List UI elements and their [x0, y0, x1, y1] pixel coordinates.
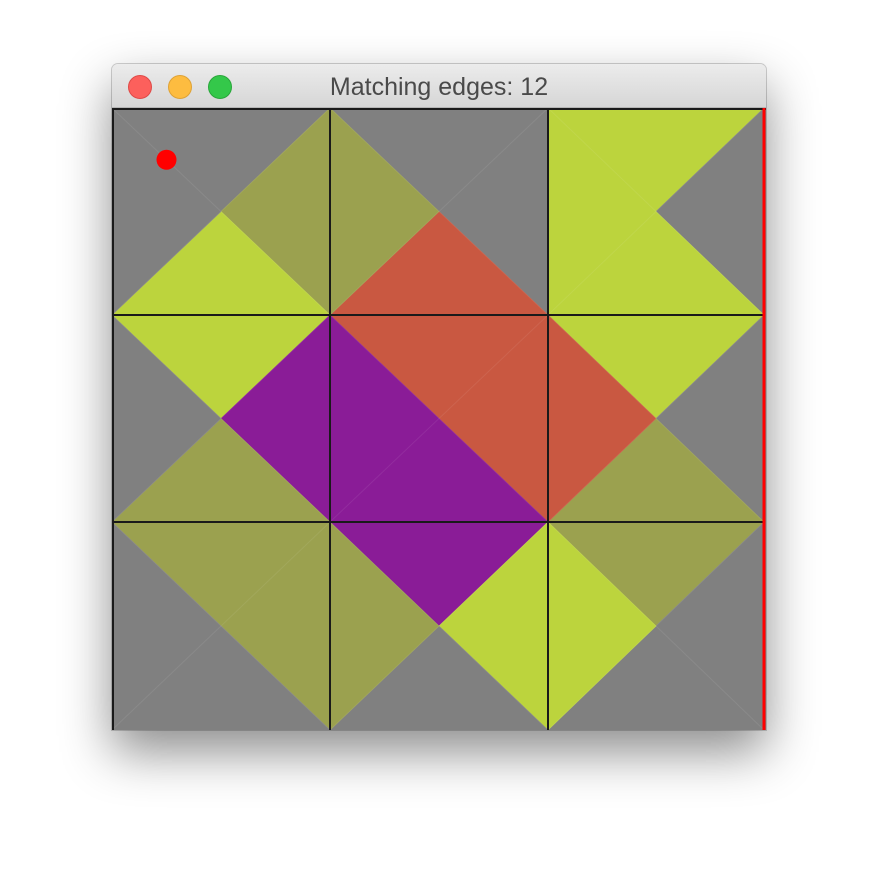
tile-r0-c2[interactable] — [547, 108, 765, 316]
tile-r2-c2[interactable] — [547, 521, 765, 730]
window-title: Matching edges: 12 — [329, 73, 549, 101]
tile-grid[interactable] — [112, 108, 766, 730]
puzzle-window: Matching edges: 12 — [112, 64, 766, 730]
tile-r1-c1[interactable] — [329, 314, 549, 523]
tile-r0-c0[interactable] — [112, 108, 331, 316]
tile-r2-c1[interactable] — [329, 521, 549, 730]
tile-r0-c1[interactable] — [329, 108, 549, 316]
tile-r1-c2[interactable] — [547, 314, 765, 523]
tile-r1-c0[interactable] — [112, 314, 331, 523]
puzzle-board[interactable] — [112, 108, 766, 730]
title-bar[interactable]: Matching edges: 12 — [112, 64, 766, 108]
tile-r2-c0[interactable] — [112, 521, 331, 730]
selection-marker — [156, 149, 177, 170]
